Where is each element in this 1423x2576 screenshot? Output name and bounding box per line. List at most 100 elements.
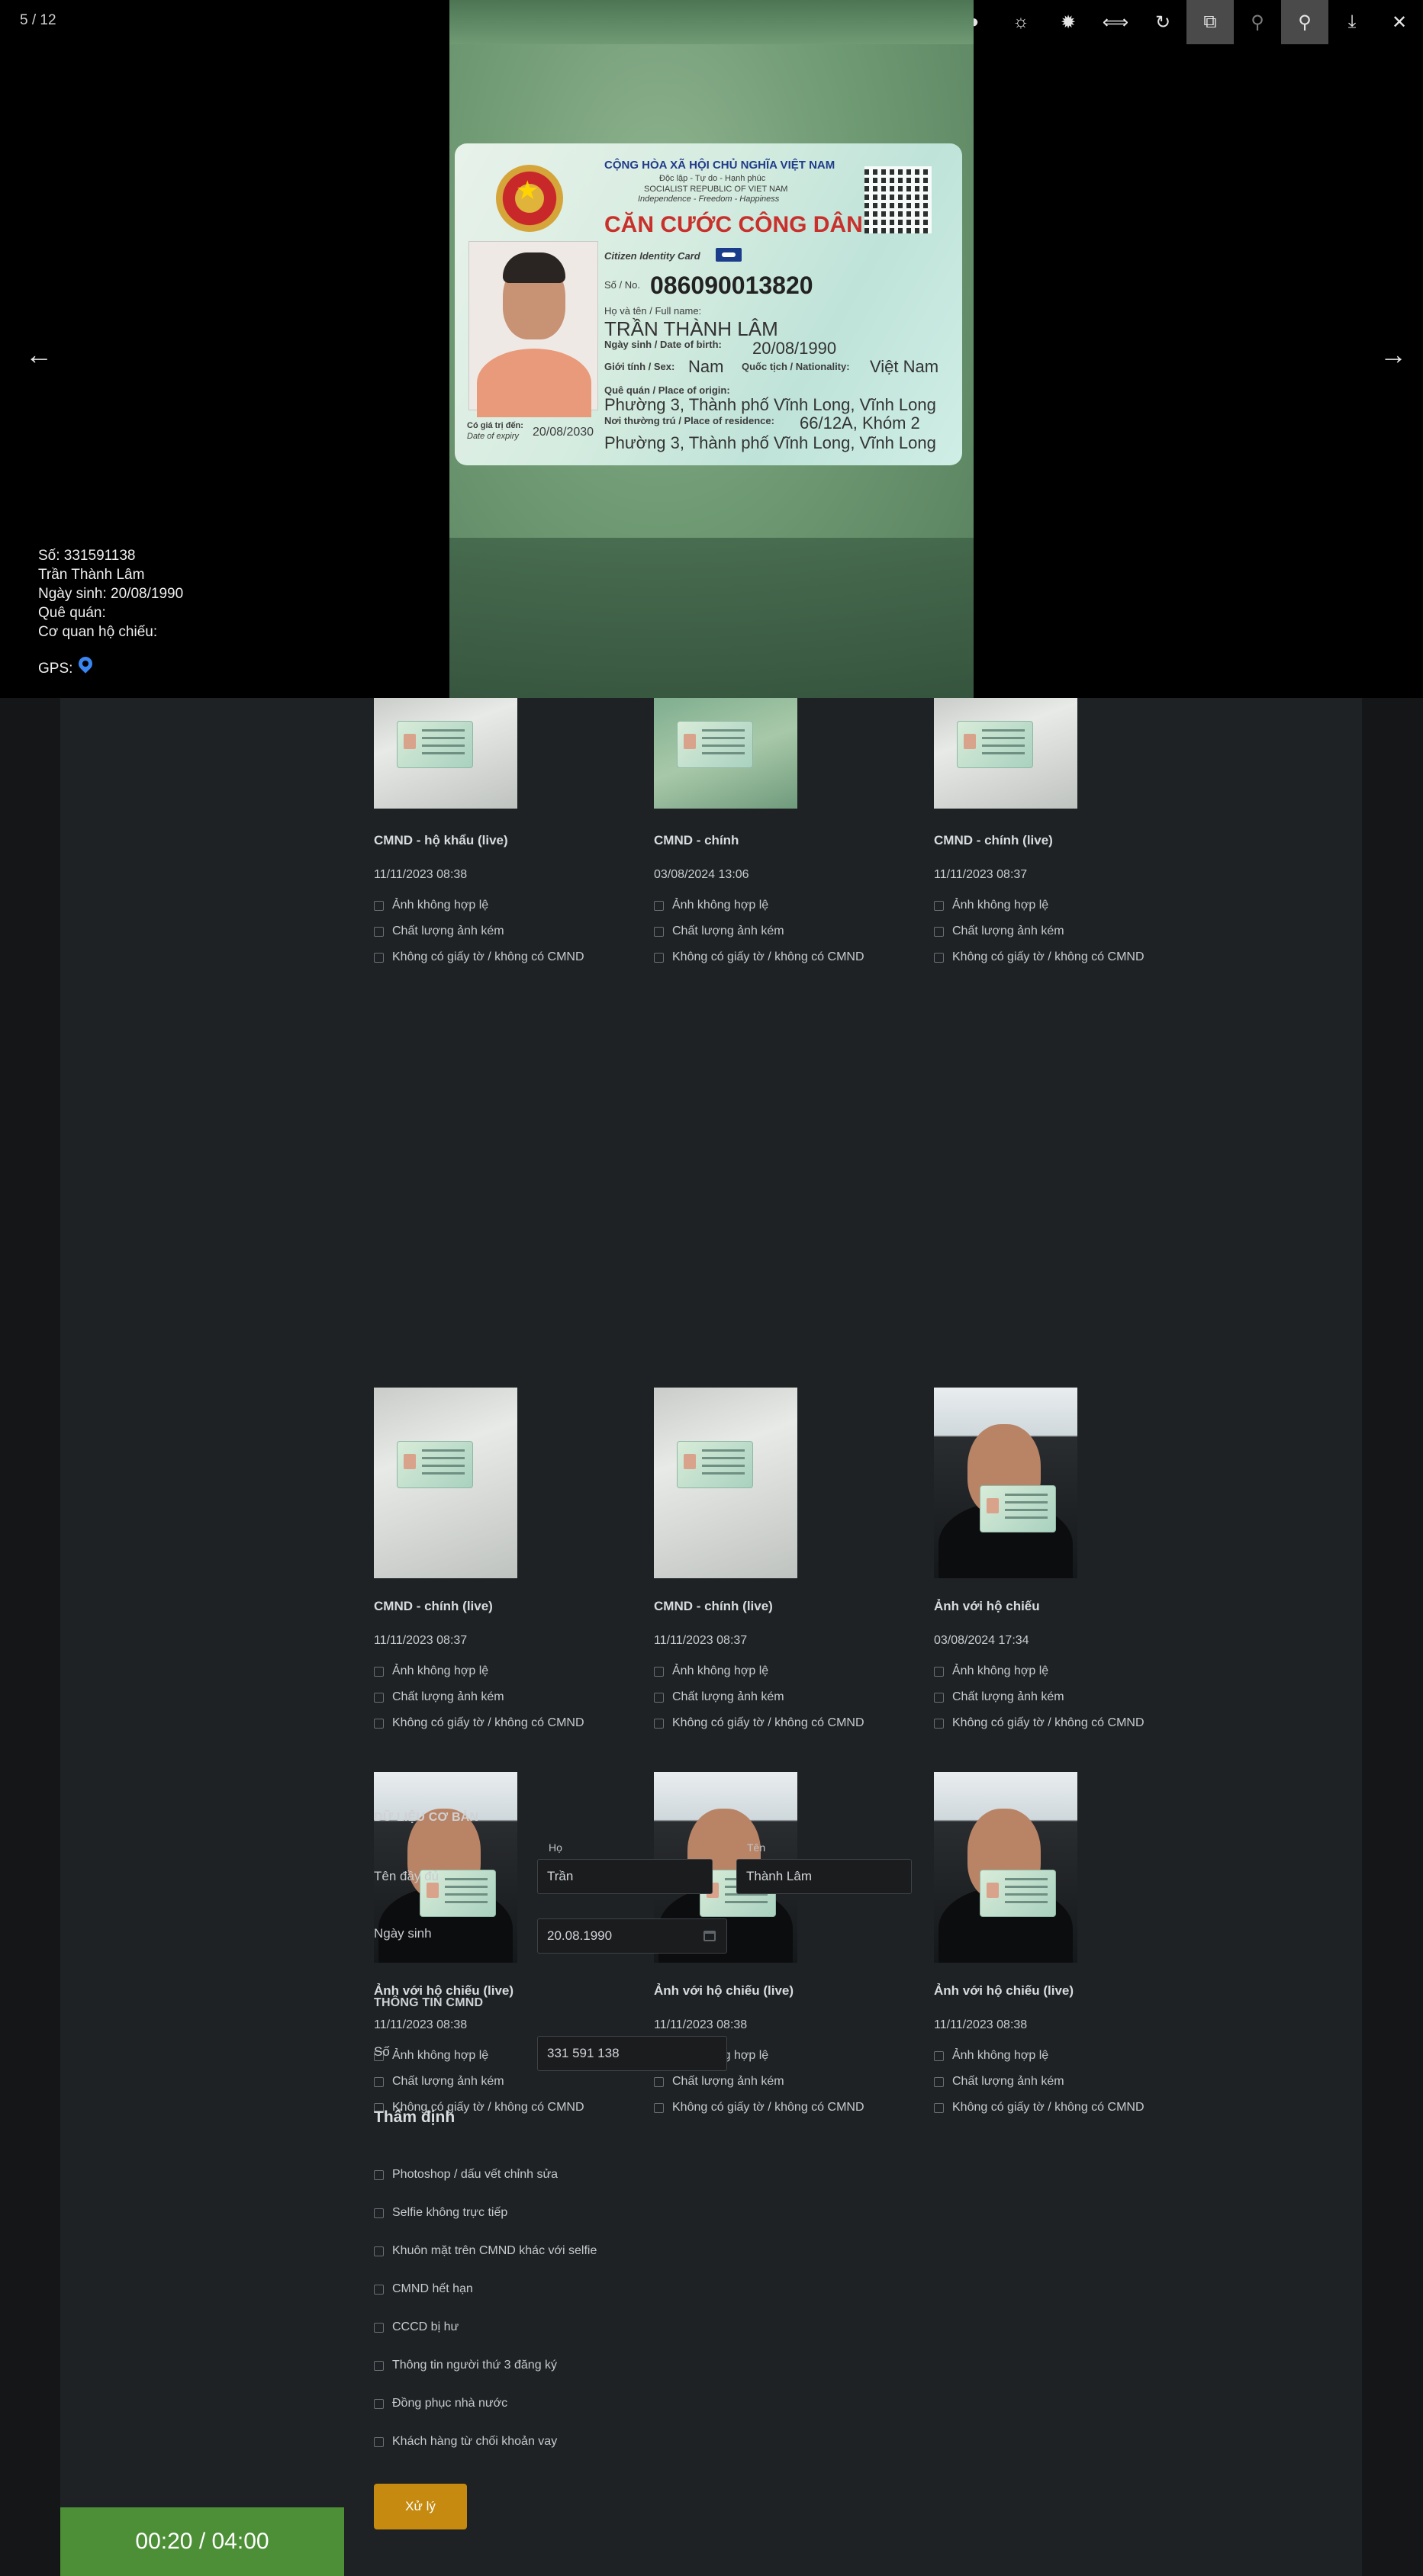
photo-check-option[interactable]: Không có giấy tờ / không có CMND — [934, 2100, 1145, 2115]
checkbox-label: Không có giấy tờ / không có CMND — [392, 950, 584, 963]
verification-option[interactable]: Photoshop / dấu vết chỉnh sửa — [374, 2167, 558, 2182]
checkbox[interactable] — [934, 900, 944, 911]
photo-check-option[interactable]: Ảnh không hợp lệ — [374, 898, 488, 913]
gps-row: GPS: — [38, 654, 96, 677]
verification-option[interactable]: Selfie không trực tiếp — [374, 2205, 507, 2221]
zoom-out-icon[interactable]: ⚲ — [1234, 0, 1281, 44]
card-number-label: Số / No. — [604, 279, 640, 291]
national-emblem-icon — [496, 165, 563, 232]
checkbox-label: Chất lượng ảnh kém — [672, 2075, 784, 2088]
verification-option[interactable]: CCCD bị hư — [374, 2320, 459, 2335]
checkbox-label: Chất lượng ảnh kém — [672, 925, 784, 937]
id-number-input[interactable]: 331 591 138 — [537, 2036, 727, 2071]
countdown-timer: 00:20 / 04:00 — [60, 2507, 344, 2576]
photo-title: Ảnh với hộ chiếu (live) — [654, 1983, 794, 1998]
checkbox-label: Ảnh không hợp lệ — [672, 899, 769, 912]
photo-thumbnail[interactable] — [934, 698, 1077, 809]
photo-check-option[interactable]: Ảnh không hợp lệ — [374, 2048, 488, 2063]
photo-date: 11/11/2023 08:38 — [374, 2018, 468, 2031]
verification-option[interactable]: Thông tin người thứ 3 đăng ký — [374, 2358, 557, 2373]
checkbox-label: Chất lượng ảnh kém — [392, 925, 504, 937]
checkbox-label: Chất lượng ảnh kém — [392, 2075, 504, 2088]
photo-check-option[interactable]: Không có giấy tờ / không có CMND — [934, 950, 1145, 965]
zoom-in-icon[interactable]: ⚲ — [1281, 0, 1328, 44]
photo-check-option[interactable]: Không có giấy tờ / không có CMND — [654, 2100, 864, 2115]
photo-check-option[interactable]: Ảnh không hợp lệ — [654, 898, 768, 913]
card-header-3: SOCIALIST REPUBLIC OF VIET NAM — [644, 185, 788, 194]
photo-check-option[interactable]: Ảnh không hợp lệ — [934, 898, 1048, 913]
checkbox[interactable] — [374, 2322, 384, 2333]
prev-image-button[interactable]: ← — [20, 336, 58, 374]
brightness-high-icon[interactable]: ✹ — [1045, 0, 1092, 44]
photo-check-option[interactable]: Chất lượng ảnh kém — [654, 924, 784, 939]
photo-check-option[interactable]: Ảnh không hợp lệ — [934, 2048, 1048, 2063]
checkbox[interactable] — [374, 2284, 384, 2295]
checkbox[interactable] — [934, 2076, 944, 2087]
basic-data-title: DỮ LIỆU CƠ BẢN — [374, 1811, 479, 1824]
checkbox[interactable] — [374, 2246, 384, 2256]
checkbox[interactable] — [374, 952, 384, 963]
checkbox[interactable] — [374, 2436, 384, 2447]
photo-thumbnail[interactable] — [934, 1772, 1077, 1963]
checkbox[interactable] — [934, 952, 944, 963]
checkbox[interactable] — [934, 926, 944, 937]
checkbox[interactable] — [374, 2076, 384, 2087]
first-name-input[interactable]: Thành Lâm — [736, 1859, 912, 1894]
dob-input[interactable]: 20.08.1990 — [537, 1918, 727, 1954]
checkbox[interactable] — [654, 900, 664, 911]
close-icon[interactable]: ✕ — [1376, 0, 1423, 44]
brightness-low-icon[interactable]: ☼ — [997, 0, 1045, 44]
checkbox[interactable] — [374, 900, 384, 911]
verification-option-label: CCCD bị hư — [392, 2320, 459, 2333]
verification-option[interactable]: Khuôn mặt trên CMND khác với selfie — [374, 2243, 597, 2259]
calendar-icon[interactable] — [703, 1931, 716, 1941]
checkbox[interactable] — [654, 952, 664, 963]
checkbox[interactable] — [374, 2360, 384, 2371]
checkbox[interactable] — [374, 2208, 384, 2218]
photo-check-option[interactable]: Chất lượng ảnh kém — [934, 2074, 1064, 2089]
compare-icon[interactable]: ⧉ — [1186, 0, 1234, 44]
photo-check-option[interactable]: Chất lượng ảnh kém — [374, 2074, 504, 2089]
photo-card: Ảnh với hộ chiếu 03/08/2024 17:34 Ảnh khôn… — [934, 1082, 1209, 1729]
verification-option[interactable]: Đồng phục nhà nước — [374, 2396, 507, 2411]
thumb-id-card — [957, 721, 1033, 768]
card-nationality-label: Quốc tịch / Nationality: — [742, 361, 850, 372]
last-name-input[interactable]: Trần — [537, 1859, 713, 1894]
download-icon[interactable]: ⤓ — [1328, 0, 1376, 44]
checkbox[interactable] — [654, 926, 664, 937]
checkbox[interactable] — [374, 2398, 384, 2409]
checkbox[interactable] — [934, 2102, 944, 2113]
photo-thumbnail[interactable] — [654, 698, 797, 809]
map-pin-icon[interactable] — [76, 654, 96, 674]
photo-check-option[interactable]: Chất lượng ảnh kém — [654, 2074, 784, 2089]
photo-thumbnail[interactable] — [374, 698, 517, 809]
card-sex-label: Giới tính / Sex: — [604, 361, 675, 372]
checkbox-label: Không có giấy tờ / không có CMND — [952, 950, 1145, 963]
id-number-value: 331 591 138 — [547, 2046, 620, 2060]
checkbox[interactable] — [374, 926, 384, 937]
photo-check-option[interactable]: Chất lượng ảnh kém — [374, 924, 504, 939]
next-image-button[interactable]: → — [1374, 336, 1412, 374]
checkbox[interactable] — [934, 2050, 944, 2061]
checkbox[interactable] — [654, 2102, 664, 2113]
verification-option[interactable]: CMND hết hạn — [374, 2282, 473, 2297]
photo-check-option[interactable]: Không có giấy tờ / không có CMND — [654, 950, 864, 965]
process-button[interactable]: Xử lý — [374, 2484, 467, 2529]
card-title: CĂN CƯỚC CÔNG DÂN — [604, 212, 863, 237]
portrait-hair — [503, 252, 565, 283]
checkbox-label: Ảnh không hợp lệ — [392, 899, 489, 912]
checkbox-label: Ảnh không hợp lệ — [952, 2049, 1049, 2062]
photo-card: CMND - chính (live) 11/11/2023 08:37 Ảnh k… — [374, 1082, 649, 1729]
verification-option-label: Thông tin người thứ 3 đăng ký — [392, 2359, 558, 2372]
flip-horizontal-icon[interactable]: ⟺ — [1092, 0, 1139, 44]
checkbox[interactable] — [654, 2076, 664, 2087]
photo-check-option[interactable]: Chất lượng ảnh kém — [934, 924, 1064, 939]
rotate-icon[interactable]: ↻ — [1139, 0, 1186, 44]
first-name-label: Tên — [747, 1841, 766, 1854]
verification-option[interactable]: Khách hàng từ chối khoản vay — [374, 2434, 557, 2449]
photo-check-option[interactable]: Không có giấy tờ / không có CMND — [374, 950, 584, 965]
checkbox[interactable] — [374, 2169, 384, 2180]
card-origin: Phường 3, Thành phố Vĩnh Long, Vĩnh Long — [604, 395, 936, 414]
checkbox-label: Chất lượng ảnh kém — [952, 2075, 1064, 2088]
last-name-label: Họ — [549, 1841, 562, 1854]
